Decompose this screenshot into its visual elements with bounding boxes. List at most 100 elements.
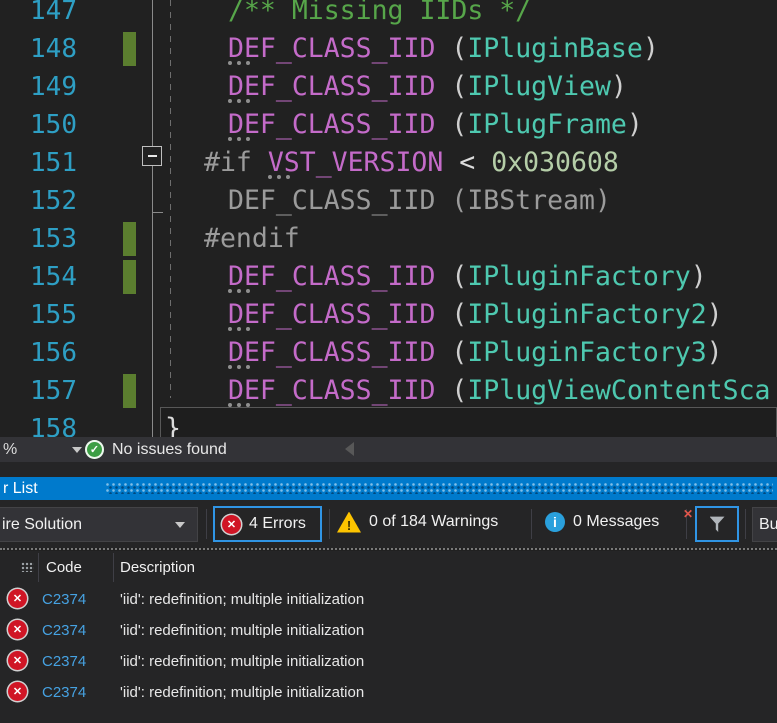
- scope-dropdown-label: ire Solution: [2, 516, 83, 533]
- error-code-link[interactable]: C2374: [42, 646, 86, 677]
- code-line-153[interactable]: 153 #endif: [0, 220, 777, 258]
- zoom-level-selector[interactable]: %: [3, 437, 17, 462]
- toolbar-separator: [329, 509, 330, 539]
- error-row[interactable]: C2374 'iid': redefinition; multiple initi…: [0, 677, 777, 708]
- current-line-highlight: [160, 407, 777, 437]
- code-text: }: [165, 413, 181, 437]
- error-table: C2374 'iid': redefinition; multiple initi…: [0, 584, 777, 723]
- code-text: DEF_CLASS_IID (IPluginFactory3): [228, 337, 723, 368]
- build-intellisense-dropdown[interactable]: Bui: [752, 507, 777, 542]
- change-tracking-bar: [123, 222, 136, 256]
- line-number: 158: [30, 414, 77, 437]
- error-icon: [8, 589, 27, 608]
- code-text: /** Missing IIDs */: [228, 0, 532, 26]
- panel-gap: [0, 462, 777, 477]
- editor-status-bar: % No issues found: [0, 437, 777, 462]
- health-check-icon: [85, 440, 104, 459]
- code-text: #endif: [204, 223, 300, 254]
- line-number: 148: [30, 34, 77, 64]
- error-icon: [8, 682, 27, 701]
- column-header-description[interactable]: Description: [120, 551, 195, 584]
- error-code-link[interactable]: C2374: [42, 615, 86, 646]
- chevron-down-icon: [175, 522, 185, 528]
- panel-title-text: r List: [3, 480, 38, 497]
- change-tracking-bar: [123, 374, 136, 408]
- scrollbar-left-arrow-icon[interactable]: [345, 442, 354, 456]
- errors-count-label: 4 Errors: [249, 515, 306, 532]
- code-text: DEF_CLASS_IID (IPlugFrame): [228, 109, 643, 140]
- errors-filter-toggle[interactable]: 4 Errors: [213, 506, 322, 542]
- code-editor[interactable]: 147 /** Missing IIDs */ 148 DEF_CLASS_IID (…: [0, 0, 777, 437]
- filter-toolbar: ire Solution 4 Errors 0 of 184 Warnings …: [0, 500, 777, 548]
- health-status-text: No issues found: [112, 441, 227, 458]
- outline-margin-line: [152, 0, 153, 146]
- error-code-link[interactable]: C2374: [42, 677, 86, 708]
- toolbar-separator: [531, 509, 532, 539]
- code-line-155[interactable]: 155 DEF_CLASS_IID (IPluginFactory2): [0, 296, 777, 334]
- indent-guide: [170, 0, 171, 398]
- messages-count-label: 0 Messages: [573, 513, 660, 530]
- messages-filter-toggle[interactable]: 0 Messages: [545, 506, 659, 538]
- error-description: 'iid': redefinition; multiple initializa…: [120, 653, 365, 670]
- info-icon: [545, 512, 565, 532]
- suggestion-dots-icon: [228, 137, 232, 141]
- line-number: 151: [30, 148, 77, 178]
- code-text: DEF_CLASS_IID (IBStream): [228, 185, 611, 216]
- code-line-158[interactable]: 158}: [0, 407, 777, 437]
- code-line-147[interactable]: 147 /** Missing IIDs */: [0, 0, 777, 30]
- line-number: 152: [30, 186, 77, 216]
- outline-margin-line: [152, 164, 153, 437]
- dotted-separator: [0, 548, 777, 550]
- clear-filter-button[interactable]: [695, 506, 739, 542]
- error-table-header: Code Description: [0, 551, 777, 584]
- code-line-156[interactable]: 156 DEF_CLASS_IID (IPluginFactory3): [0, 334, 777, 372]
- code-line-150[interactable]: 150 DEF_CLASS_IID (IPlugFrame): [0, 106, 777, 144]
- build-dropdown-label: Bui: [759, 516, 777, 533]
- error-description: 'iid': redefinition; multiple initializa…: [120, 622, 365, 639]
- toolbar-separator: [745, 509, 746, 539]
- suggestion-dots-icon: [228, 403, 232, 407]
- code-line-157[interactable]: 157 DEF_CLASS_IID (IPlugViewContentSca: [0, 372, 777, 410]
- column-separator: [113, 553, 114, 582]
- error-row[interactable]: C2374 'iid': redefinition; multiple initi…: [0, 646, 777, 677]
- error-description: 'iid': redefinition; multiple initializa…: [120, 591, 365, 608]
- suggestion-dots-icon: [268, 175, 272, 179]
- code-line-154[interactable]: 154 DEF_CLASS_IID (IPluginFactory): [0, 258, 777, 296]
- severity-column-icon[interactable]: [21, 562, 34, 572]
- suggestion-dots-icon: [228, 99, 232, 103]
- line-number: 153: [30, 224, 77, 254]
- filter-funnel-icon: [709, 516, 725, 532]
- line-number: 156: [30, 338, 77, 368]
- error-row[interactable]: C2374 'iid': redefinition; multiple initi…: [0, 584, 777, 615]
- drag-grip-texture: [106, 483, 773, 494]
- error-code-link[interactable]: C2374: [42, 584, 86, 615]
- suggestion-dots-icon: [228, 289, 232, 293]
- code-text: DEF_CLASS_IID (IPlugViewContentSca: [228, 375, 771, 406]
- error-description: 'iid': redefinition; multiple initializa…: [120, 684, 365, 701]
- error-icon: [222, 514, 241, 534]
- suggestion-dots-icon: [228, 61, 232, 65]
- visual-studio-window: 147 /** Missing IIDs */ 148 DEF_CLASS_IID (…: [0, 0, 777, 723]
- line-number: 149: [30, 72, 77, 102]
- column-header-code[interactable]: Code: [46, 551, 82, 584]
- warnings-filter-toggle[interactable]: 0 of 184 Warnings: [337, 506, 498, 538]
- scope-dropdown[interactable]: ire Solution: [0, 507, 198, 542]
- panel-header[interactable]: r List: [0, 477, 777, 500]
- code-line-148[interactable]: 148 DEF_CLASS_IID (IPluginBase): [0, 30, 777, 68]
- error-icon: [8, 620, 27, 639]
- chevron-down-icon[interactable]: [72, 447, 82, 453]
- code-text: #if VST_VERSION < 0x030608: [204, 147, 619, 178]
- change-tracking-bar: [123, 260, 136, 294]
- collapse-toggle[interactable]: [142, 146, 162, 166]
- line-number: 147: [30, 0, 77, 26]
- code-line-149[interactable]: 149 DEF_CLASS_IID (IPlugView): [0, 68, 777, 106]
- column-separator: [38, 553, 39, 582]
- code-line-151[interactable]: 151 #if VST_VERSION < 0x030608: [0, 144, 777, 182]
- outline-region-end-tick: [152, 212, 163, 213]
- warnings-count-label: 0 of 184 Warnings: [369, 513, 499, 530]
- code-line-152[interactable]: 152 DEF_CLASS_IID (IBStream): [0, 182, 777, 220]
- change-tracking-bar: [123, 32, 136, 66]
- error-row[interactable]: C2374 'iid': redefinition; multiple initi…: [0, 615, 777, 646]
- code-text: DEF_CLASS_IID (IPluginBase): [228, 33, 659, 64]
- toolbar-separator: [206, 509, 207, 539]
